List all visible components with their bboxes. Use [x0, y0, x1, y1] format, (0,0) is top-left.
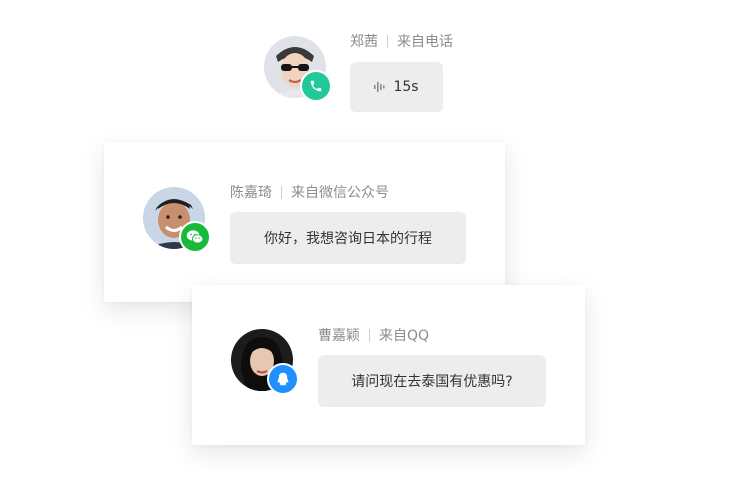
contact-name: 曹嘉颖	[318, 328, 360, 344]
message-text: 你好，我想咨询日本的行程	[264, 231, 432, 247]
phone-badge	[300, 70, 332, 102]
qq-badge	[267, 363, 299, 395]
divider	[369, 328, 370, 342]
message-bubble[interactable]: 你好，我想咨询日本的行程	[230, 212, 466, 264]
contact-source: 来自电话	[397, 34, 453, 50]
qq-icon	[277, 372, 289, 386]
conversation-meta: 陈嘉琦 来自微信公众号	[230, 182, 389, 202]
voice-message-bubble[interactable]: 15s	[350, 62, 443, 112]
conversation-meta: 郑茜 来自电话	[350, 31, 453, 51]
divider	[387, 34, 388, 48]
divider	[281, 185, 282, 199]
conversation-meta: 曹嘉颖 来自QQ	[318, 325, 429, 345]
wechat-badge	[179, 221, 211, 253]
conversation-card-wechat[interactable]: 陈嘉琦 来自微信公众号 你好，我想咨询日本的行程	[104, 142, 505, 302]
voice-duration: 15s	[393, 79, 419, 95]
wechat-icon	[186, 230, 204, 244]
message-bubble[interactable]: 请问现在去泰国有优惠吗?	[318, 355, 546, 407]
phone-icon	[310, 80, 322, 92]
contact-source: 来自QQ	[379, 328, 430, 344]
avatar	[143, 187, 211, 253]
message-text: 请问现在去泰国有优惠吗?	[351, 374, 513, 390]
voice-wave-icon	[374, 82, 386, 92]
contact-name: 郑茜	[350, 34, 378, 50]
contact-source: 来自微信公众号	[291, 185, 389, 201]
conversation-card-qq[interactable]: 曹嘉颖 来自QQ 请问现在去泰国有优惠吗?	[192, 285, 585, 445]
contact-name: 陈嘉琦	[230, 185, 272, 201]
avatar	[264, 36, 332, 102]
avatar	[231, 329, 299, 395]
